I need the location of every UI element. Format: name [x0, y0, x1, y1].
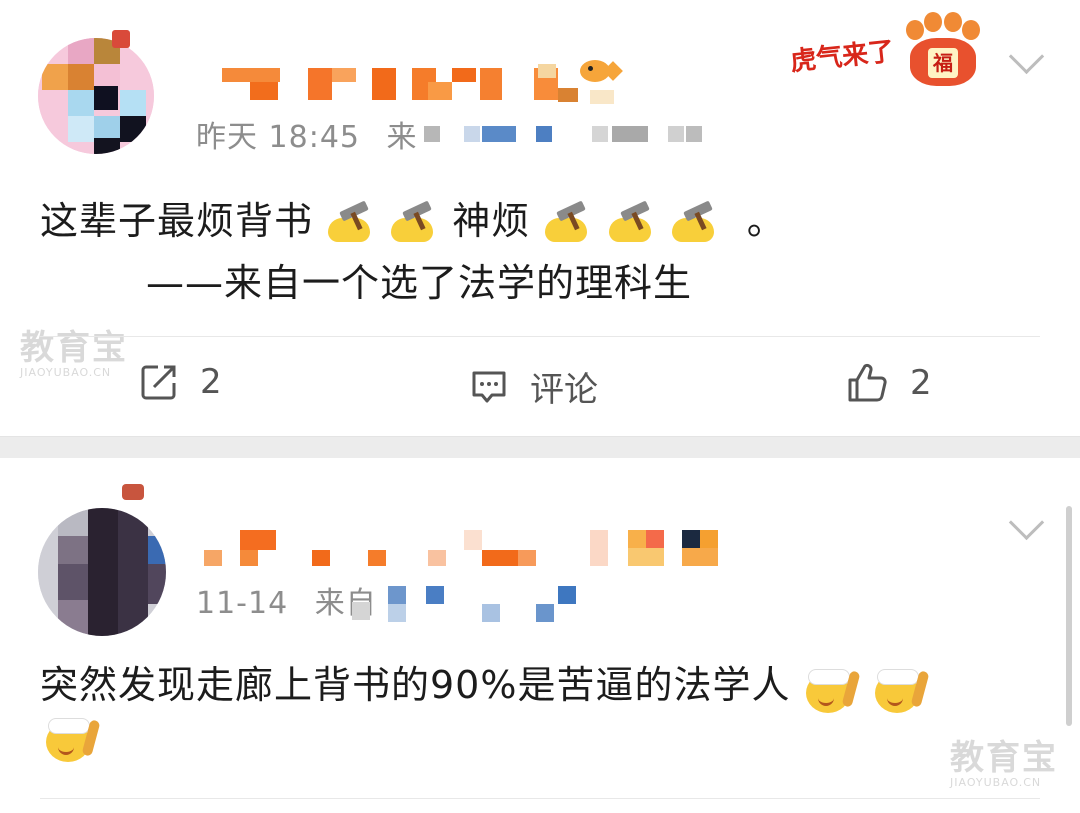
like-button[interactable]: 2	[846, 362, 932, 404]
watermark: 教育宝 JIAOYUBAO.CN	[950, 738, 1058, 789]
hammer-face-emoji	[543, 200, 593, 244]
avatar[interactable]	[38, 38, 154, 154]
comment-icon	[472, 371, 506, 402]
paw-icon: 福	[906, 12, 980, 86]
like-count: 2	[910, 363, 932, 403]
comment-button[interactable]: 评论	[470, 362, 598, 411]
divider	[40, 336, 1040, 337]
repost-icon	[141, 365, 176, 400]
chevron-down-icon[interactable]	[1008, 504, 1045, 541]
avatar-decoration	[122, 484, 144, 500]
source-mosaic	[424, 126, 714, 144]
source-prefix: 来	[386, 120, 418, 155]
badge-text: 虎气来了	[788, 36, 896, 78]
post-timestamp: 昨天 18:45 来	[196, 120, 418, 155]
source-mosaic	[352, 586, 582, 626]
watermark: 教育宝 JIAOYUBAO.CN	[20, 328, 128, 379]
like-icon	[848, 363, 887, 402]
cheer-face-emoji	[44, 712, 101, 762]
repost-button[interactable]: 2	[140, 362, 222, 402]
hammer-face-emoji	[607, 200, 657, 244]
avatar-decoration	[112, 30, 130, 48]
fish-emoji	[580, 56, 623, 86]
cheer-face-emoji	[804, 663, 861, 713]
hammer-face-emoji	[326, 200, 376, 244]
post-card: 11-14 来自 突然发现走廊上背书的90%是苦逼的法学人 教育宝 JIAOYU…	[0, 458, 1080, 813]
chevron-down-icon[interactable]	[1008, 38, 1045, 75]
username-mosaic[interactable]	[200, 530, 720, 570]
post-body-line2: ——来自一个选了法学的理科生	[146, 261, 693, 305]
comment-label: 评论	[530, 370, 598, 410]
cheer-face-emoji	[873, 663, 930, 713]
post-body-line1: 突然发现走廊上背书的90%是苦逼的法学人	[40, 654, 930, 713]
post-body-line1: 这辈子最烦背书 神烦 。	[40, 199, 786, 244]
repost-count: 2	[200, 362, 222, 402]
divider	[40, 798, 1040, 799]
post-separator	[0, 436, 1080, 459]
post-timestamp: 11-14 来自	[196, 586, 377, 621]
avatar[interactable]	[38, 508, 166, 636]
username-mosaic[interactable]	[222, 64, 632, 108]
hammer-face-emoji	[389, 200, 439, 244]
hammer-face-emoji	[670, 200, 720, 244]
scrollbar[interactable]	[1066, 506, 1072, 726]
post-card: 昨天 18:45 来 虎气来了 福 这辈子最烦背书 神烦 。 ——来自一个选了法…	[0, 0, 1080, 436]
tiger-badge: 虎气来了 福	[788, 8, 990, 86]
